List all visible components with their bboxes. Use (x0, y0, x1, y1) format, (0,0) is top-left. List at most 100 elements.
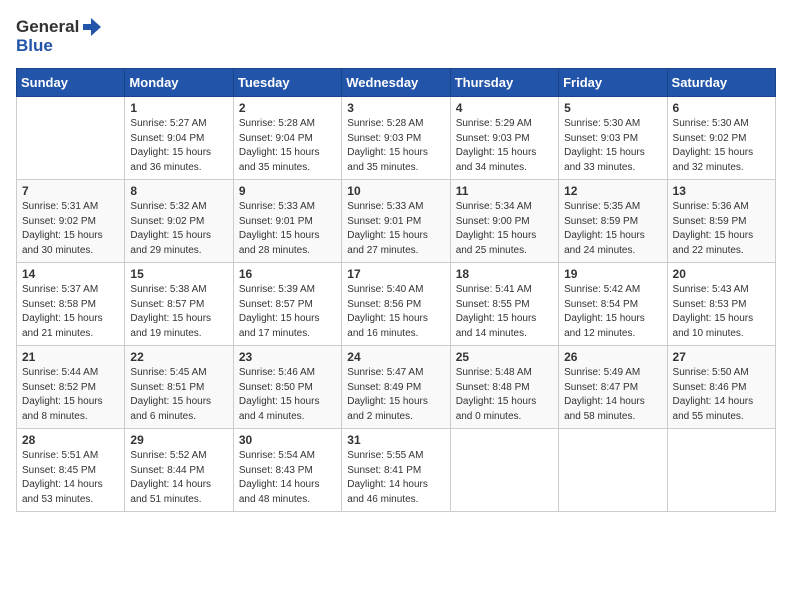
day-number: 15 (130, 267, 227, 281)
calendar-cell: 19Sunrise: 5:42 AMSunset: 8:54 PMDayligh… (559, 263, 667, 346)
day-number: 11 (456, 184, 553, 198)
day-info: Sunrise: 5:34 AMSunset: 9:00 PMDaylight:… (456, 200, 553, 258)
calendar-cell: 21Sunrise: 5:44 AMSunset: 8:52 PMDayligh… (17, 346, 125, 429)
week-row-1: 1Sunrise: 5:27 AMSunset: 9:04 PMDaylight… (17, 97, 776, 180)
day-number: 26 (564, 350, 661, 364)
day-number: 19 (564, 267, 661, 281)
day-info: Sunrise: 5:52 AMSunset: 8:44 PMDaylight:… (130, 449, 227, 507)
calendar-cell: 17 Sunrise: 5:40 AMSunset: 8:56 PMDayligh… (342, 263, 450, 346)
weekday-header-friday: Friday (559, 69, 667, 97)
day-number: 29 (130, 433, 227, 447)
calendar-cell: 5 Sunrise: 5:30 AMSunset: 9:03 PMDaylight… (559, 97, 667, 180)
day-number: 2 (239, 101, 336, 115)
day-number: 7 (22, 184, 119, 198)
logo-arrow-icon (81, 16, 103, 38)
day-info: Sunrise: 5:55 AMSunset: 8:41 PMDaylight:… (347, 449, 444, 507)
calendar-cell: 10 Sunrise: 5:33 AMSunset: 9:01 PMDayligh… (342, 180, 450, 263)
calendar-cell: 16 Sunrise: 5:39 AMSunset: 8:57 PMDayligh… (233, 263, 341, 346)
calendar-cell: 22 Sunrise: 5:45 AMSunset: 8:51 PMDayligh… (125, 346, 233, 429)
day-info: Sunrise: 5:33 AMSunset: 9:01 PMDaylight:… (347, 200, 444, 258)
day-number: 17 (347, 267, 444, 281)
day-number: 9 (239, 184, 336, 198)
calendar-cell: 4Sunrise: 5:29 AMSunset: 9:03 PMDaylight… (450, 97, 558, 180)
calendar-cell: 27 Sunrise: 5:50 AMSunset: 8:46 PMDayligh… (667, 346, 775, 429)
calendar-cell: 11 Sunrise: 5:34 AMSunset: 9:00 PMDayligh… (450, 180, 558, 263)
calendar-cell: 14Sunrise: 5:37 AMSunset: 8:58 PMDayligh… (17, 263, 125, 346)
calendar-cell: 3 Sunrise: 5:28 AMSunset: 9:03 PMDaylight… (342, 97, 450, 180)
calendar-cell: 7 Sunrise: 5:31 AMSunset: 9:02 PMDaylight… (17, 180, 125, 263)
weekday-header-row: SundayMondayTuesdayWednesdayThursdayFrid… (17, 69, 776, 97)
calendar-cell: 15 Sunrise: 5:38 AMSunset: 8:57 PMDayligh… (125, 263, 233, 346)
day-number: 3 (347, 101, 444, 115)
calendar-cell (667, 429, 775, 512)
day-number: 21 (22, 350, 119, 364)
weekday-header-wednesday: Wednesday (342, 69, 450, 97)
calendar-cell: 8 Sunrise: 5:32 AMSunset: 9:02 PMDaylight… (125, 180, 233, 263)
day-number: 12 (564, 184, 661, 198)
day-number: 10 (347, 184, 444, 198)
day-info: Sunrise: 5:31 AMSunset: 9:02 PMDaylight:… (22, 200, 119, 258)
day-number: 24 (347, 350, 444, 364)
day-info: Sunrise: 5:33 AMSunset: 9:01 PMDaylight:… (239, 200, 336, 258)
day-info: Sunrise: 5:30 AMSunset: 9:02 PMDaylight:… (673, 117, 770, 175)
day-info: Sunrise: 5:30 AMSunset: 9:03 PMDaylight:… (564, 117, 661, 175)
calendar-cell: 29 Sunrise: 5:52 AMSunset: 8:44 PMDayligh… (125, 429, 233, 512)
day-info: Sunrise: 5:32 AMSunset: 9:02 PMDaylight:… (130, 200, 227, 258)
day-info: Sunrise: 5:50 AMSunset: 8:46 PMDaylight:… (673, 366, 770, 424)
calendar-cell: 30Sunrise: 5:54 AMSunset: 8:43 PMDayligh… (233, 429, 341, 512)
weekday-header-monday: Monday (125, 69, 233, 97)
day-info: Sunrise: 5:51 AMSunset: 8:45 PMDaylight:… (22, 449, 119, 507)
day-number: 6 (673, 101, 770, 115)
day-info: Sunrise: 5:37 AMSunset: 8:58 PMDaylight:… (22, 283, 119, 341)
day-info: Sunrise: 5:43 AMSunset: 8:53 PMDaylight:… (673, 283, 770, 341)
day-info: Sunrise: 5:39 AMSunset: 8:57 PMDaylight:… (239, 283, 336, 341)
weekday-header-saturday: Saturday (667, 69, 775, 97)
day-number: 30 (239, 433, 336, 447)
day-info: Sunrise: 5:35 AMSunset: 8:59 PMDaylight:… (564, 200, 661, 258)
day-info: Sunrise: 5:49 AMSunset: 8:47 PMDaylight:… (564, 366, 661, 424)
day-number: 5 (564, 101, 661, 115)
calendar-table: SundayMondayTuesdayWednesdayThursdayFrid… (16, 68, 776, 512)
week-row-2: 7 Sunrise: 5:31 AMSunset: 9:02 PMDaylight… (17, 180, 776, 263)
day-info: Sunrise: 5:40 AMSunset: 8:56 PMDaylight:… (347, 283, 444, 341)
day-info: Sunrise: 5:38 AMSunset: 8:57 PMDaylight:… (130, 283, 227, 341)
calendar-cell (17, 97, 125, 180)
week-row-3: 14Sunrise: 5:37 AMSunset: 8:58 PMDayligh… (17, 263, 776, 346)
day-info: Sunrise: 5:48 AMSunset: 8:48 PMDaylight:… (456, 366, 553, 424)
calendar-cell: 12 Sunrise: 5:35 AMSunset: 8:59 PMDayligh… (559, 180, 667, 263)
weekday-header-thursday: Thursday (450, 69, 558, 97)
calendar-cell: 1Sunrise: 5:27 AMSunset: 9:04 PMDaylight… (125, 97, 233, 180)
day-info: Sunrise: 5:47 AMSunset: 8:49 PMDaylight:… (347, 366, 444, 424)
calendar-cell: 20 Sunrise: 5:43 AMSunset: 8:53 PMDayligh… (667, 263, 775, 346)
calendar-cell: 31 Sunrise: 5:55 AMSunset: 8:41 PMDayligh… (342, 429, 450, 512)
weekday-header-sunday: Sunday (17, 69, 125, 97)
day-number: 25 (456, 350, 553, 364)
day-info: Sunrise: 5:28 AMSunset: 9:03 PMDaylight:… (347, 117, 444, 175)
week-row-5: 28 Sunrise: 5:51 AMSunset: 8:45 PMDayligh… (17, 429, 776, 512)
day-info: Sunrise: 5:45 AMSunset: 8:51 PMDaylight:… (130, 366, 227, 424)
calendar-cell: 24 Sunrise: 5:47 AMSunset: 8:49 PMDayligh… (342, 346, 450, 429)
week-row-4: 21Sunrise: 5:44 AMSunset: 8:52 PMDayligh… (17, 346, 776, 429)
day-number: 18 (456, 267, 553, 281)
calendar-cell: 26 Sunrise: 5:49 AMSunset: 8:47 PMDayligh… (559, 346, 667, 429)
day-number: 23 (239, 350, 336, 364)
day-number: 22 (130, 350, 227, 364)
day-number: 31 (347, 433, 444, 447)
day-info: Sunrise: 5:46 AMSunset: 8:50 PMDaylight:… (239, 366, 336, 424)
day-number: 13 (673, 184, 770, 198)
calendar-cell: 9 Sunrise: 5:33 AMSunset: 9:01 PMDaylight… (233, 180, 341, 263)
day-info: Sunrise: 5:28 AMSunset: 9:04 PMDaylight:… (239, 117, 336, 175)
day-number: 27 (673, 350, 770, 364)
calendar-cell: 23 Sunrise: 5:46 AMSunset: 8:50 PMDayligh… (233, 346, 341, 429)
calendar-cell: 2 Sunrise: 5:28 AMSunset: 9:04 PMDaylight… (233, 97, 341, 180)
calendar-cell: 18Sunrise: 5:41 AMSunset: 8:55 PMDayligh… (450, 263, 558, 346)
day-number: 16 (239, 267, 336, 281)
day-info: Sunrise: 5:29 AMSunset: 9:03 PMDaylight:… (456, 117, 553, 175)
logo-text: General Blue (16, 16, 103, 56)
calendar-cell: 6 Sunrise: 5:30 AMSunset: 9:02 PMDaylight… (667, 97, 775, 180)
day-number: 8 (130, 184, 227, 198)
calendar-cell: 25 Sunrise: 5:48 AMSunset: 8:48 PMDayligh… (450, 346, 558, 429)
page-header: General Blue (16, 16, 776, 56)
day-number: 28 (22, 433, 119, 447)
day-number: 20 (673, 267, 770, 281)
